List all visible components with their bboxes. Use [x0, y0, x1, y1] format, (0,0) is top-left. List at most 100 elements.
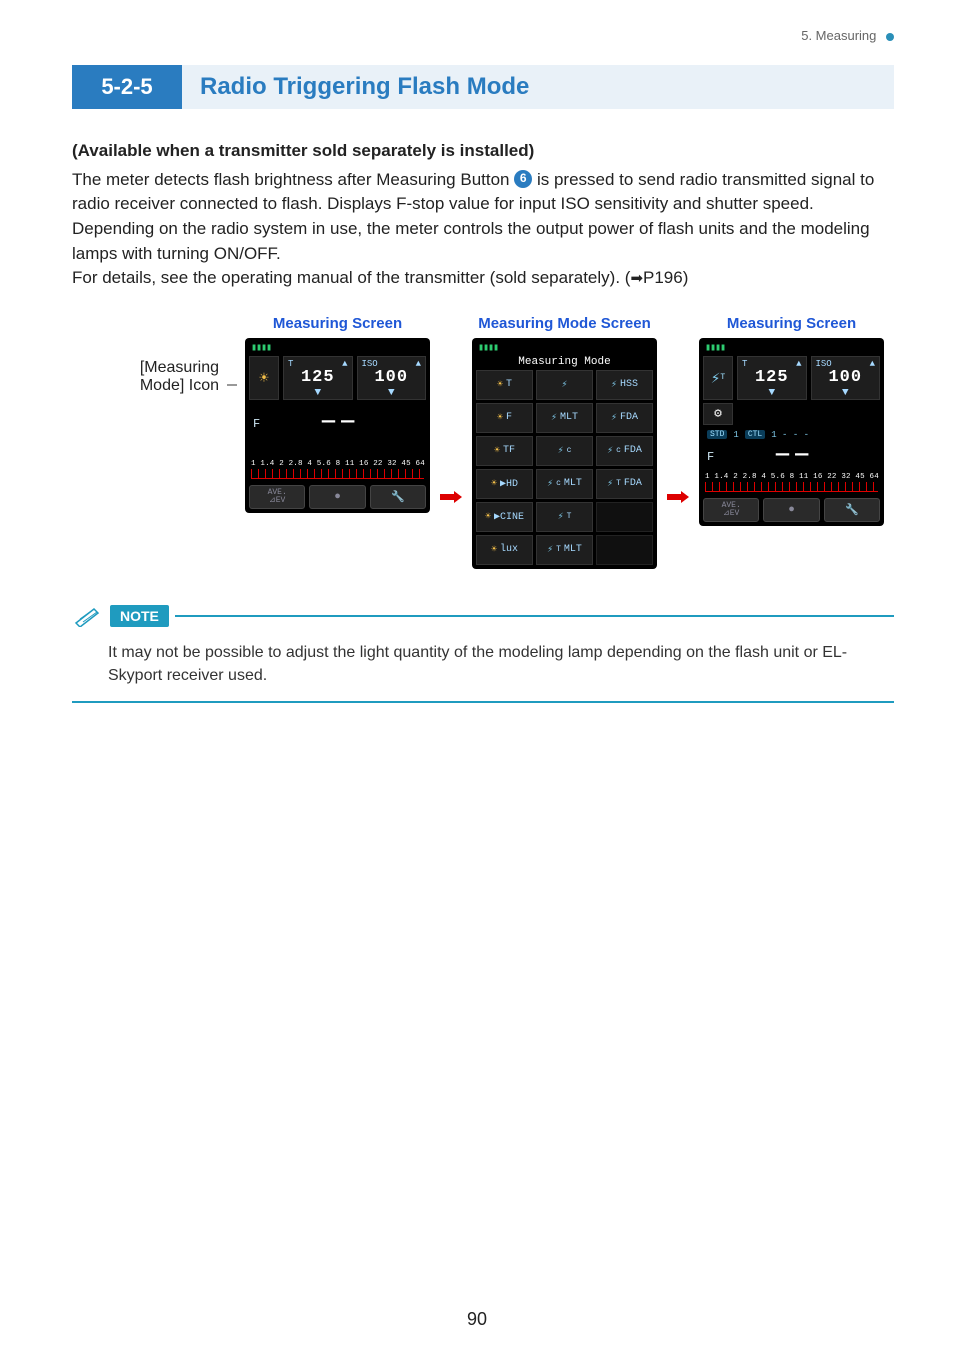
mode-cell[interactable]: ⚡TMLT: [536, 535, 593, 565]
mode-cell[interactable]: ☀▶HD: [476, 469, 533, 499]
screen-mid-caption: Measuring Mode Screen: [478, 315, 651, 332]
mode-cell[interactable]: ☀☀ TT: [476, 370, 533, 400]
body-paragraph-1: The meter detects flash brightness after…: [72, 168, 894, 267]
sun-icon: ☀: [485, 511, 491, 523]
shutter-speed-box[interactable]: T ▲ 125 ▼: [283, 356, 353, 400]
section-title: Radio Triggering Flash Mode: [182, 73, 529, 101]
battery-icon: ▮▮▮▮: [703, 342, 880, 356]
f-value: ――: [260, 409, 422, 434]
note-rule-icon: [175, 615, 894, 617]
aperture-scale-numbers: 1 1.4 2 2.8 4 5.6 8 11 16 22 32 45 64 90: [705, 473, 878, 481]
red-arrow-icon: [667, 491, 689, 503]
down-arrow-icon: ▼: [842, 387, 849, 399]
up-arrow-icon: ▲: [796, 359, 801, 369]
mode-cell[interactable]: ⚡T: [536, 502, 593, 532]
memory-button[interactable]: ●: [763, 498, 819, 522]
note-text: It may not be possible to adjust the lig…: [72, 627, 894, 703]
mode-cell[interactable]: ⚡cMLT: [536, 469, 593, 499]
battery-icon: ▮▮▮▮: [249, 342, 426, 356]
body-p2-ref: P196: [643, 268, 683, 287]
iso-label: ISO: [816, 359, 832, 369]
mode-cell[interactable]: ⚡cFDA: [596, 436, 653, 466]
iso-label: ISO: [362, 359, 378, 369]
ctl-tag: CTL: [745, 430, 765, 439]
mode-cell[interactable]: ☀F: [476, 403, 533, 433]
measuring-mode-icon[interactable]: ⚡T: [703, 356, 733, 400]
memory-icon: ●: [334, 491, 341, 503]
mode-cell[interactable]: ⚡FDA: [596, 403, 653, 433]
screen-mid: ▮▮▮▮ Measuring Mode ☀☀ TT ⚡ ⚡HSS ☀F ⚡MLT…: [472, 338, 657, 569]
mode-cell-empty: [596, 502, 653, 532]
ctl-value: 1 - - -: [771, 430, 809, 440]
f-label: F: [253, 417, 260, 431]
mode-title: Measuring Mode: [476, 356, 653, 370]
screen-right-col: Measuring Screen ▮▮▮▮ ⚡T T ▲ 125 ▼ ISO ▲…: [699, 315, 884, 526]
mode-cell[interactable]: ☀▶CINE: [476, 502, 533, 532]
screen-left: ▮▮▮▮ ☀ T ▲ 125 ▼ ISO ▲ 100 ▼: [245, 338, 430, 513]
aperture-scale-numbers: 1 1.4 2 2.8 4 5.6 8 11 16 22 32 45 64 90: [251, 460, 424, 468]
tool-button[interactable]: 🔧: [824, 498, 880, 522]
up-arrow-icon: ▲: [342, 359, 347, 369]
t-value: 125: [755, 368, 789, 387]
iso-value: 100: [374, 368, 408, 387]
screen-left-caption: Measuring Screen: [273, 315, 402, 332]
memory-button[interactable]: ●: [309, 485, 365, 509]
red-arrow-icon: [440, 491, 462, 503]
body-paragraph-2: For details, see the operating manual of…: [72, 266, 894, 291]
radio-tags: STD 1 CTL 1 - - -: [703, 428, 880, 442]
tool-button[interactable]: 🔧: [370, 485, 426, 509]
aperture-scale-ticks-icon: [705, 482, 878, 492]
bolt-icon: ⚡: [547, 544, 553, 556]
bolt-icon: ⚡: [551, 412, 557, 424]
aperture-scale: 1 1.4 2 2.8 4 5.6 8 11 16 22 32 45 64 90: [249, 456, 426, 481]
body-subhead: (Available when a transmitter sold separ…: [72, 139, 894, 164]
down-arrow-icon: ▼: [768, 387, 775, 399]
sun-icon: ☀: [491, 544, 497, 556]
section-heading-bar: 5-2-5 Radio Triggering Flash Mode: [72, 65, 894, 109]
pencil-icon: [72, 605, 106, 627]
callout-l2: Mode] Icon: [72, 377, 219, 395]
bolt-icon: ⚡: [607, 478, 613, 490]
ave-ev-button[interactable]: AVE. ⊿EV: [703, 498, 759, 522]
down-arrow-icon: ▼: [388, 387, 395, 399]
mode-cell[interactable]: ⚡MLT: [536, 403, 593, 433]
down-arrow-icon: ▼: [314, 387, 321, 399]
f-value: ――: [714, 442, 876, 467]
wrench-icon: 🔧: [391, 490, 405, 504]
mode-grid: ☀☀ TT ⚡ ⚡HSS ☀F ⚡MLT ⚡FDA ☀TF ⚡c ⚡cFDA ☀…: [476, 370, 653, 565]
f-label: F: [707, 450, 714, 464]
f-readout: F ――: [249, 403, 426, 436]
mode-cell[interactable]: ⚡HSS: [596, 370, 653, 400]
mode-cell[interactable]: ⚡: [536, 370, 593, 400]
f-readout: F ――: [703, 442, 880, 469]
bolt-icon: ⚡: [607, 445, 613, 457]
measuring-mode-icon[interactable]: ☀: [249, 356, 279, 400]
iso-value: 100: [828, 368, 862, 387]
sun-icon: ☀: [497, 379, 503, 391]
bolt-icon: ⚡: [561, 379, 567, 391]
measuring-button-number-icon: 6: [514, 170, 532, 188]
power-control-icon[interactable]: ⚙: [703, 403, 733, 425]
iso-box[interactable]: ISO ▲ 100 ▼: [811, 356, 881, 400]
mode-cell[interactable]: ☀lux: [476, 535, 533, 565]
aperture-scale-ticks-icon: [251, 469, 424, 479]
bolt-icon: ⚡: [611, 412, 617, 424]
body-p2a: For details, see the operating manual of…: [72, 268, 630, 287]
std-value: 1: [733, 430, 738, 440]
bolt-icon: ⚡: [558, 445, 564, 457]
body-p1a: The meter detects flash brightness after…: [72, 170, 514, 189]
bolt-icon: ⚡: [547, 478, 553, 490]
wrench-icon: 🔧: [845, 503, 859, 517]
section-number: 5-2-5: [72, 65, 182, 109]
screen-left-col: Measuring Screen ▮▮▮▮ ☀ T ▲ 125 ▼ ISO ▲ …: [245, 315, 430, 513]
iso-box[interactable]: ISO ▲ 100 ▼: [357, 356, 427, 400]
ave-ev-button[interactable]: AVE. ⊿EV: [249, 485, 305, 509]
shutter-speed-box[interactable]: T ▲ 125 ▼: [737, 356, 807, 400]
t-label: T: [288, 359, 293, 369]
note-box: NOTE It may not be possible to adjust th…: [72, 605, 894, 703]
mode-cell[interactable]: ⚡TFDA: [596, 469, 653, 499]
std-tag: STD: [707, 430, 727, 439]
mode-cell[interactable]: ☀TF: [476, 436, 533, 466]
screen-right: ▮▮▮▮ ⚡T T ▲ 125 ▼ ISO ▲ 100 ▼: [699, 338, 884, 526]
mode-cell[interactable]: ⚡c: [536, 436, 593, 466]
